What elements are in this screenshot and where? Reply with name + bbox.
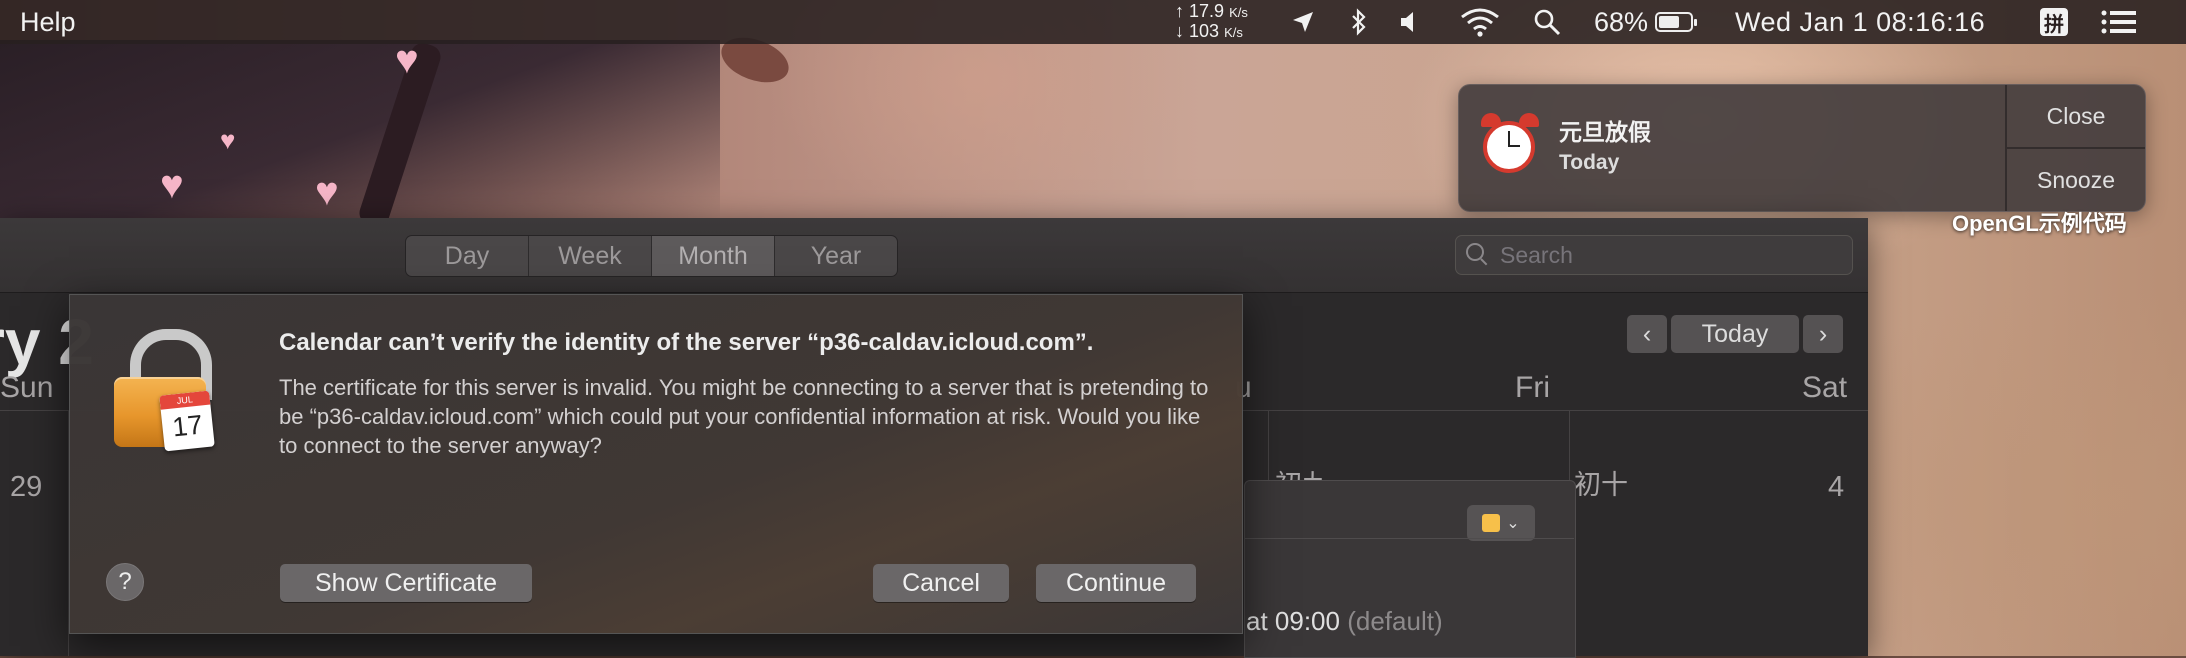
lock-calendar-icon: JUL 17 xyxy=(114,329,222,453)
alert-time: at 09:00 xyxy=(1246,606,1340,636)
tab-week[interactable]: Week xyxy=(529,236,652,276)
alert-default-label: (default) xyxy=(1347,606,1443,636)
net-unit: K/s xyxy=(1229,5,1248,20)
menu-bar: Help ↑ 17.9 K/s ↓ 103 K/s 68% Wed Jan 1 … xyxy=(0,0,2186,44)
date-number[interactable]: 4 xyxy=(1828,471,1844,504)
wallpaper-heart: ♥ xyxy=(160,163,184,207)
popover-divider xyxy=(1244,538,1574,539)
alarm-clock-icon xyxy=(1477,113,1543,179)
chevron-down-icon: ⌄ xyxy=(1506,515,1520,532)
reminder-notification[interactable]: 元旦放假 Today Close Snooze xyxy=(1458,84,2146,212)
menu-clock[interactable]: Wed Jan 1 08:16:16 xyxy=(1735,7,1985,38)
search-field[interactable]: Search xyxy=(1455,235,1853,275)
net-down-value: 103 xyxy=(1189,21,1220,41)
dialog-message: The certificate for this server is inval… xyxy=(279,375,1209,458)
tab-year[interactable]: Year xyxy=(775,236,897,276)
spotlight-search-icon[interactable] xyxy=(1532,6,1562,38)
show-certificate-button[interactable]: Show Certificate xyxy=(280,564,532,602)
network-speed[interactable]: ↑ 17.9 K/s ↓ 103 K/s xyxy=(1175,2,1248,42)
notification-close-button[interactable]: Close xyxy=(2007,85,2145,147)
help-button[interactable]: ? xyxy=(106,563,144,601)
certificate-alert-dialog: JUL 17 Calendar can’t verify the identit… xyxy=(69,294,1243,634)
wallpaper-shadow xyxy=(0,40,720,220)
search-placeholder: Search xyxy=(1500,241,1573,268)
notification-center-icon[interactable] xyxy=(2100,6,2138,38)
lunar-date: 初十 xyxy=(1574,470,1628,500)
notification-subtitle: Today xyxy=(1559,151,1620,174)
net-up-value: 17.9 xyxy=(1189,1,1225,21)
bluetooth-icon[interactable] xyxy=(1347,6,1371,38)
tab-month[interactable]: Month xyxy=(652,236,775,276)
dialog-title: Calendar can’t verify the identity of th… xyxy=(279,329,1094,356)
volume-icon[interactable] xyxy=(1398,6,1422,38)
event-alert-setting[interactable]: at 09:00 (default) xyxy=(1246,606,1443,637)
search-icon xyxy=(1466,243,1490,267)
continue-button[interactable]: Continue xyxy=(1036,564,1196,602)
day-header-friday: Fri xyxy=(1515,371,1550,404)
battery-fill xyxy=(1659,16,1680,28)
net-unit: K/s xyxy=(1224,25,1243,40)
previous-month-button[interactable]: ‹ xyxy=(1627,315,1667,353)
notification-snooze-button[interactable]: Snooze xyxy=(2007,149,2145,211)
today-button[interactable]: Today xyxy=(1671,315,1799,353)
calendar-badge-icon: JUL 17 xyxy=(159,390,215,452)
tab-day[interactable]: Day xyxy=(406,236,529,276)
location-icon[interactable] xyxy=(1290,6,1316,38)
wallpaper-heart: ♥ xyxy=(395,38,419,82)
day-header-sunday: Sun xyxy=(0,371,54,404)
next-month-button[interactable]: › xyxy=(1803,315,1843,353)
view-segmented-control: Day Week Month Year xyxy=(406,236,897,276)
wallpaper-heart: ♥ xyxy=(220,125,236,155)
day-header-saturday: Sat xyxy=(1802,371,1848,404)
battery-icon[interactable] xyxy=(1655,12,1697,32)
cancel-button[interactable]: Cancel xyxy=(873,564,1009,602)
calendar-color-picker[interactable]: ⌄ xyxy=(1467,505,1535,541)
desktop-item-label[interactable]: OpenGL示例代码 xyxy=(1952,206,2127,238)
color-swatch xyxy=(1482,514,1501,532)
battery-percent[interactable]: 68% xyxy=(1594,7,1648,38)
input-method-icon[interactable]: 拼 xyxy=(2040,8,2068,36)
help-menu[interactable]: Help xyxy=(20,7,76,38)
date-navigation: ‹ Today › xyxy=(1627,315,1843,353)
date-number[interactable]: 29 xyxy=(10,471,42,504)
wallpaper-heart: ♥ xyxy=(315,170,339,214)
notification-title: 元旦放假 xyxy=(1559,119,1651,145)
wifi-icon[interactable] xyxy=(1458,6,1502,38)
calendar-toolbar: Day Week Month Year Search xyxy=(0,218,1868,293)
